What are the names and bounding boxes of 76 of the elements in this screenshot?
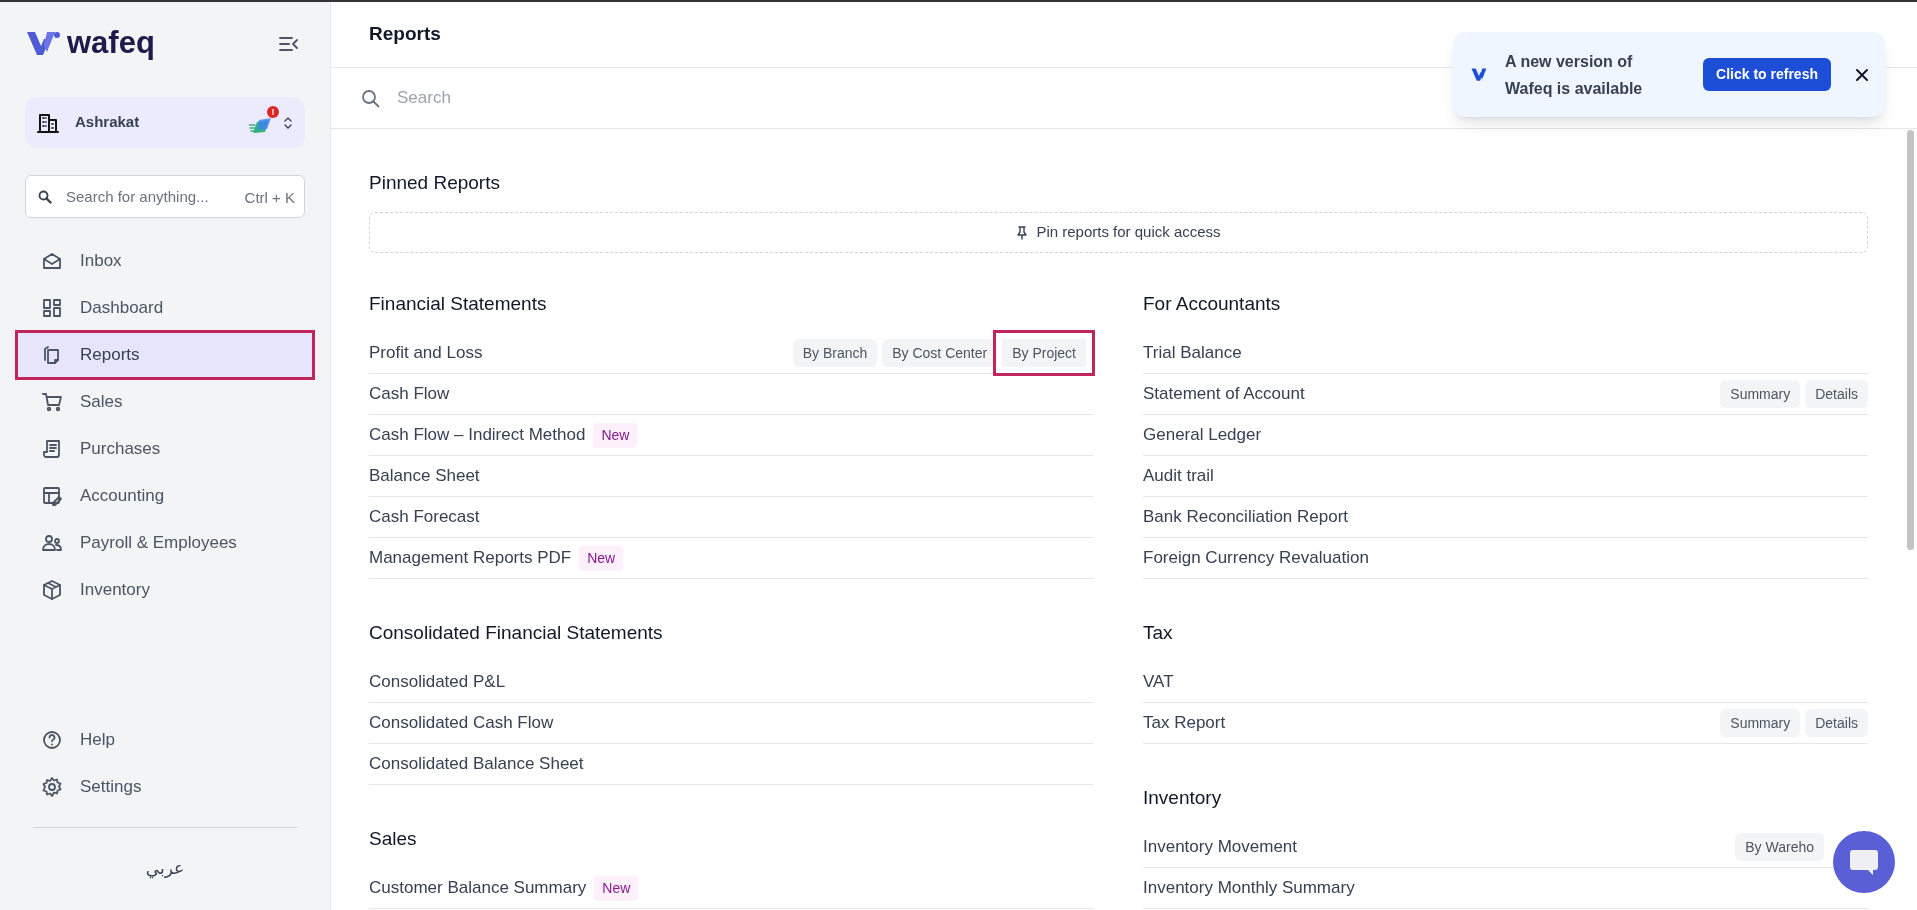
report-variant-button[interactable]: By Wareho bbox=[1735, 833, 1824, 861]
new-badge: New bbox=[593, 422, 638, 448]
cart-icon bbox=[41, 392, 63, 412]
report-link[interactable]: Consolidated Cash Flow bbox=[369, 710, 554, 736]
nav-item[interactable]: Sales bbox=[25, 380, 305, 424]
section-heading: Sales bbox=[369, 827, 418, 851]
report-link[interactable]: Profit and Loss bbox=[369, 340, 483, 366]
report-link[interactable]: Statement of Account bbox=[1143, 381, 1305, 407]
report-link[interactable]: Bank Reconciliation Report bbox=[1143, 504, 1349, 530]
nav-item[interactable]: Inbox bbox=[25, 239, 305, 283]
report-link[interactable]: Consolidated Balance Sheet bbox=[369, 751, 584, 777]
report-link[interactable]: Inventory Monthly Summary bbox=[1143, 875, 1355, 901]
building-icon bbox=[37, 112, 59, 133]
organization-name: Ashrakat bbox=[75, 112, 141, 133]
new-badge: New bbox=[594, 875, 639, 901]
nav-item[interactable]: Inventory bbox=[25, 568, 305, 612]
chat-bubble-icon bbox=[1848, 847, 1880, 877]
empty-state-text: Pin reports for quick access bbox=[1036, 222, 1221, 243]
report-variant-button[interactable]: Details bbox=[1805, 380, 1868, 408]
nav-item[interactable]: Dashboard bbox=[25, 286, 305, 330]
dashboard-icon bbox=[41, 298, 63, 318]
page-title: Reports bbox=[369, 22, 441, 47]
section-heading: Consolidated Financial Statements bbox=[369, 621, 664, 645]
scrollbar[interactable] bbox=[1907, 130, 1914, 550]
report-link[interactable]: Balance Sheet bbox=[369, 463, 480, 489]
section-heading: Pinned Reports bbox=[369, 171, 501, 195]
brand-name: wafeq bbox=[67, 26, 155, 58]
keyboard-shortcut: Ctrl + K bbox=[244, 188, 295, 208]
settings-icon bbox=[41, 777, 63, 797]
nav-item[interactable]: Accounting bbox=[25, 474, 305, 518]
report-variant-button[interactable]: Details bbox=[1805, 709, 1868, 737]
report-variant-button[interactable]: By Cost Center bbox=[882, 339, 998, 367]
nav-item[interactable]: Payroll & Employees bbox=[25, 521, 305, 565]
report-link[interactable]: Cash Flow – Indirect Method bbox=[369, 422, 586, 448]
new-badge: New bbox=[579, 545, 624, 571]
box-icon bbox=[41, 580, 63, 600]
report-variant-button[interactable]: By Branch bbox=[792, 339, 878, 367]
section-heading: Tax bbox=[1143, 621, 1174, 645]
envelope-icon bbox=[41, 251, 63, 271]
nav-item[interactable]: Purchases bbox=[25, 427, 305, 471]
report-variant-button[interactable]: Summary bbox=[1720, 709, 1801, 737]
nav-item[interactable]: Reports bbox=[18, 333, 312, 377]
people-icon bbox=[41, 533, 63, 553]
pin-icon bbox=[1016, 225, 1029, 240]
report-variant-button[interactable]: By Project bbox=[1002, 339, 1086, 367]
report-link[interactable]: Foreign Currency Revaluation bbox=[1143, 545, 1369, 571]
collapse-sidebar-button[interactable] bbox=[279, 36, 299, 52]
organization-switcher[interactable]: Ashrakat ! bbox=[25, 97, 305, 148]
close-button[interactable] bbox=[1855, 67, 1869, 82]
report-link[interactable]: Customer Balance Summary bbox=[369, 875, 587, 901]
nav-item[interactable]: Help bbox=[25, 718, 305, 762]
report-variant-button[interactable]: Summary bbox=[1720, 380, 1801, 408]
collapse-icon bbox=[279, 36, 299, 52]
report-link[interactable]: Audit trail bbox=[1143, 463, 1214, 489]
nav-item[interactable]: Settings bbox=[25, 765, 305, 809]
alert-badge: ! bbox=[267, 105, 279, 118]
report-link[interactable]: Cash Flow bbox=[369, 381, 450, 407]
section-heading: Inventory bbox=[1143, 786, 1223, 810]
report-link[interactable]: Inventory Movement bbox=[1143, 834, 1297, 860]
language-toggle[interactable]: عربي bbox=[145, 856, 185, 882]
report-link[interactable]: Consolidated P&L bbox=[369, 669, 506, 695]
report-link[interactable]: Tax Report bbox=[1143, 710, 1226, 736]
report-link[interactable]: Cash Forecast bbox=[369, 504, 480, 530]
report-link[interactable]: General Ledger bbox=[1143, 422, 1262, 448]
search-icon bbox=[361, 89, 380, 108]
report-link[interactable]: Management Reports PDF bbox=[369, 545, 572, 571]
ledger-edit-icon bbox=[41, 486, 63, 506]
search-icon bbox=[38, 190, 52, 204]
section-heading: Financial Statements bbox=[369, 292, 548, 316]
receipt-icon bbox=[41, 439, 63, 459]
help-icon bbox=[41, 730, 63, 750]
close-icon bbox=[1855, 67, 1869, 82]
refresh-button[interactable]: Click to refresh bbox=[1703, 58, 1831, 91]
report-link[interactable]: VAT bbox=[1143, 669, 1174, 695]
report-link[interactable]: Trial Balance bbox=[1143, 340, 1242, 366]
section-heading: For Accountants bbox=[1143, 292, 1282, 316]
